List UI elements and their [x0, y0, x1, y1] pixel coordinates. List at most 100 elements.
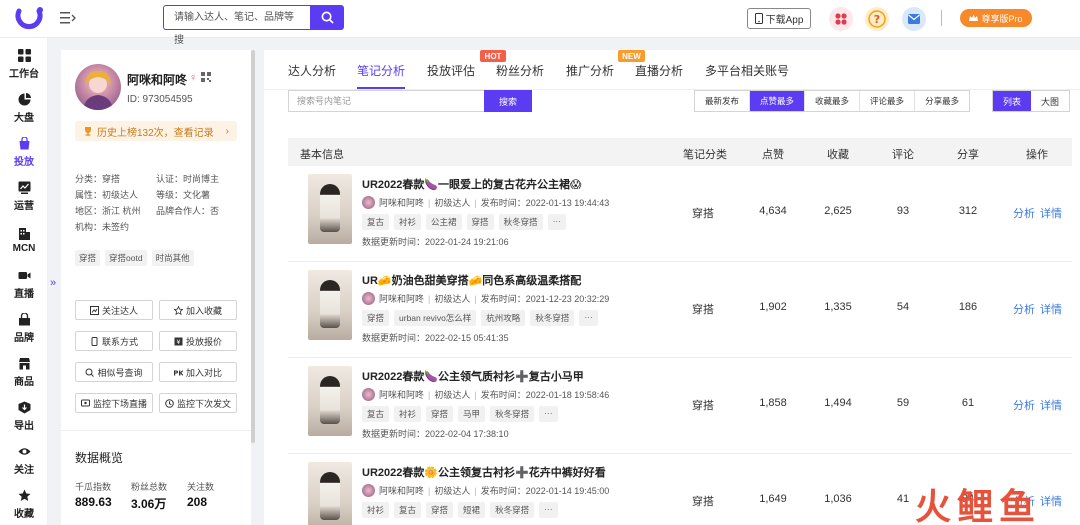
watermark-logo: 火鲤鱼 — [915, 487, 1042, 525]
sidebar-item-live[interactable]: 直播 — [0, 264, 48, 304]
note-title[interactable]: UR2022春款🍆一眼爱上的复古花卉公主裙😱 — [362, 176, 582, 192]
table-row: UR2022春款🍆一眼爱上的复古花卉公主裙😱 阿咪和阿咚 | 初级达人 | 发布时间… — [288, 166, 1072, 262]
tab-note-analysis[interactable]: 笔记分析 — [357, 62, 405, 79]
detail-link[interactable]: 详情 — [1040, 397, 1062, 413]
star-icon — [18, 489, 30, 501]
note-tag: 衬衫 — [394, 214, 422, 230]
panel-expand-icon[interactable]: » — [50, 277, 56, 289]
history-rank-link[interactable]: 历史上榜132次，查看记录 › — [75, 121, 237, 141]
info-certification: 认证：时尚博主 — [156, 173, 220, 184]
global-search-button[interactable] — [310, 5, 344, 30]
sidebar-item-goods[interactable]: 商品 — [0, 352, 48, 392]
detail-link[interactable]: 详情 — [1040, 493, 1062, 509]
help-icon[interactable]: ? — [865, 7, 889, 31]
tab-promotion-analysis[interactable]: 推广分析 — [566, 62, 614, 79]
analyze-link[interactable]: 分析 — [1013, 301, 1035, 317]
tab-multi-platform-accounts[interactable]: 多平台相关账号 — [705, 62, 789, 79]
tab-placement-evaluation[interactable]: 投放评估 — [427, 62, 475, 79]
sidebar-item-brand[interactable]: 品牌 — [0, 308, 48, 348]
download-app-button[interactable]: 下载App — [747, 8, 811, 29]
stat-label-fans: 粉丝总数 — [131, 482, 168, 492]
monitor-live-button[interactable]: 监控下场直播 — [75, 393, 153, 413]
star-outline-icon — [173, 305, 183, 315]
info-level: 等级：文化薯 — [156, 189, 211, 200]
sort-most-likes[interactable]: 点赞最多 — [750, 91, 806, 111]
note-search-button[interactable]: 搜索 — [484, 90, 532, 112]
author-avatar — [362, 484, 375, 497]
bag-icon — [19, 136, 29, 149]
sidebar-item-export[interactable]: 导出 — [0, 396, 48, 436]
sort-most-comments[interactable]: 评论最多 — [860, 91, 916, 111]
note-thumbnail[interactable] — [308, 174, 352, 244]
svg-text:PK: PK — [174, 369, 183, 377]
button-label: 投放报价 — [185, 336, 222, 347]
female-icon: ♀ — [189, 72, 198, 84]
sidebar-item-placement[interactable]: 投放 — [0, 132, 48, 172]
sidebar-item-follow[interactable]: 关注 — [0, 440, 48, 480]
info-agency: 机构：未签约 — [75, 221, 130, 232]
analyze-link[interactable]: 分析 — [1013, 205, 1035, 221]
monitor-post-button[interactable]: 监控下次发文 — [159, 393, 237, 413]
note-meta: 阿咪和阿咚 | 初级达人 | 发布时间：2021-12-23 20:32:29 — [362, 292, 609, 305]
history-rank-text: 历史上榜132次，查看记录 — [97, 127, 214, 139]
sidebar-item-mcn[interactable]: MCN — [0, 220, 48, 260]
menu-toggle-icon[interactable] — [60, 11, 76, 25]
add-favorite-button[interactable]: 加入收藏 — [159, 300, 237, 320]
note-title[interactable]: UR2022春款🌼公主领复古衬衫➕花卉中裤好好看 — [362, 464, 606, 480]
qr-code-icon[interactable] — [201, 72, 211, 82]
sort-latest[interactable]: 最新发布 — [695, 91, 751, 111]
contact-info-button[interactable]: 联系方式 — [75, 331, 153, 351]
more-tags[interactable]: ··· — [547, 214, 567, 230]
sort-most-shares[interactable]: 分享最多 — [915, 91, 970, 111]
analyze-link[interactable]: 分析 — [1013, 397, 1035, 413]
detail-link[interactable]: 详情 — [1040, 301, 1062, 317]
tab-fans-analysis[interactable]: 粉丝分析 — [496, 62, 544, 79]
note-tag: 公主裙 — [426, 214, 462, 230]
tab-live-analysis[interactable]: 直播分析 — [635, 62, 683, 79]
sidebar-item-operation[interactable]: 运营 — [0, 176, 48, 216]
global-search-input[interactable]: 请输入达人、笔记、品牌等搜 — [163, 5, 310, 46]
button-label: 联系方式 — [101, 336, 138, 347]
price-icon: ¥ — [174, 337, 183, 346]
tab-influencer-analysis[interactable]: 达人分析 — [288, 62, 336, 79]
view-grid[interactable]: 大图 — [1031, 91, 1069, 111]
avatar — [75, 64, 121, 110]
more-tags[interactable]: ··· — [539, 502, 558, 518]
publish-time: 发布时间：2022-01-13 19:44:43 — [480, 198, 610, 208]
profile-scrollbar[interactable] — [251, 50, 255, 443]
sidebar-item-workbench[interactable]: 工作台 — [0, 44, 48, 84]
note-thumbnail[interactable] — [308, 270, 352, 340]
pro-upgrade-button[interactable]: 尊享版Pro — [960, 9, 1032, 27]
sidebar-item-favorites[interactable]: 收藏 — [0, 484, 48, 524]
info-attribute: 属性：初级达人 — [75, 189, 139, 200]
follow-influencer-button[interactable]: 关注达人 — [75, 300, 153, 320]
sidebar-item-market[interactable]: 大盘 — [0, 88, 48, 128]
note-thumbnail[interactable] — [308, 366, 352, 436]
note-tag: 复古 — [394, 502, 422, 518]
placement-quote-button[interactable]: ¥ 投放报价 — [159, 331, 237, 351]
crown-icon — [969, 14, 979, 21]
note-title[interactable]: UR🧀奶油色甜美穿搭🧀同色系高级温柔搭配 — [362, 272, 581, 288]
influencer-profile-panel: 阿咪和阿咚 ♀ ID: 973054595 历史上榜132次，查看记录 › 分类… — [61, 50, 251, 525]
topbar-divider — [941, 10, 942, 26]
view-list[interactable]: 列表 — [993, 91, 1031, 111]
note-search-input[interactable]: 搜索号内笔记 — [288, 90, 484, 112]
more-tags[interactable]: ··· — [579, 310, 598, 326]
similar-account-button[interactable]: 相似号查询 — [75, 362, 153, 382]
note-title[interactable]: UR2022春款🍆公主领气质衬衫➕复古小马甲 — [362, 368, 584, 384]
column-header: 评论 — [892, 149, 914, 161]
note-tags: 穿搭 urban revivo怎么样 杭州攻略 秋冬穿搭 ··· — [362, 310, 598, 326]
export-icon — [18, 401, 30, 413]
sort-most-collects[interactable]: 收藏最多 — [805, 91, 861, 111]
sidebar-item-label: MCN — [12, 242, 36, 254]
info-category: 分类：穿搭 — [75, 173, 121, 184]
message-icon[interactable] — [902, 7, 926, 31]
apps-icon[interactable] — [829, 7, 853, 31]
note-tag: 穿搭 — [426, 406, 454, 422]
app-logo-icon[interactable] — [14, 5, 44, 33]
add-compare-button[interactable]: PK 加入对比 — [159, 362, 237, 382]
more-tags[interactable]: ··· — [539, 406, 558, 422]
stat-value-following: 208 — [187, 495, 208, 509]
note-thumbnail[interactable] — [308, 462, 352, 525]
detail-link[interactable]: 详情 — [1040, 205, 1062, 221]
